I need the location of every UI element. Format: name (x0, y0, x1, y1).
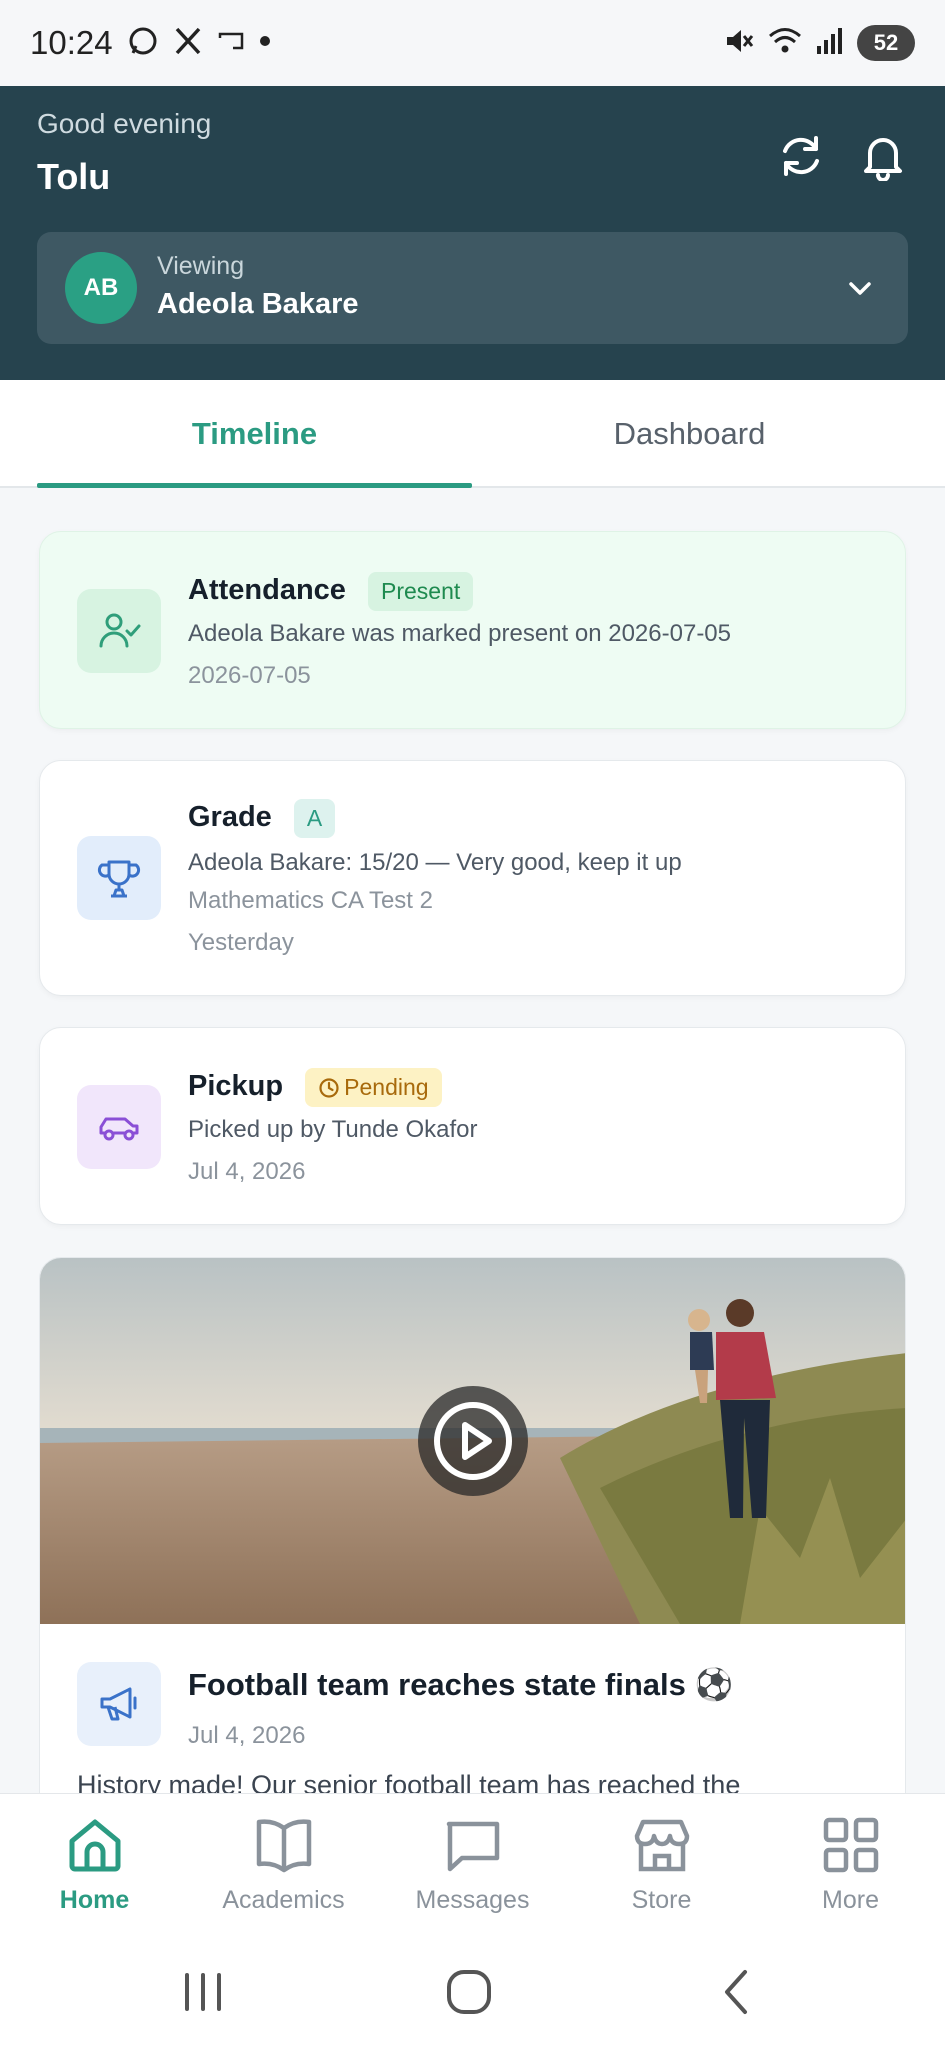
play-icon (434, 1402, 512, 1480)
avatar: AB (65, 252, 137, 324)
nav-academics[interactable]: Academics (189, 1794, 378, 1934)
bell-icon (864, 138, 902, 181)
nav-label: Home (59, 1886, 130, 1914)
trophy-icon (97, 860, 141, 898)
user-name: Tolu (37, 156, 111, 197)
nav-messages[interactable]: Messages (378, 1794, 567, 1934)
chevron-down-icon (849, 282, 871, 295)
dot-icon (259, 34, 271, 52)
book-icon (256, 1819, 311, 1873)
timeline-card-pickup[interactable]: Pickup Pending Picked up by Tunde Okafor… (39, 1027, 906, 1225)
card-subject: Mathematics CA Test 2 (188, 887, 433, 914)
news-date: Jul 4, 2026 (188, 1722, 306, 1749)
child-name: Adeola Bakare (157, 288, 359, 320)
card-date: Yesterday (188, 929, 294, 956)
car-icon (99, 1117, 139, 1141)
tab-timeline[interactable]: Timeline (37, 380, 472, 488)
refresh-button[interactable] (773, 128, 829, 184)
home-icon (69, 1819, 120, 1872)
pickup-icon-box (77, 1085, 161, 1169)
attendance-icon-box (77, 589, 161, 673)
card-title-text: Pickup (188, 1070, 284, 1103)
announcement-icon-box (77, 1662, 161, 1746)
card-description: Adeola Bakare: 15/20 — Very good, keep i… (188, 849, 682, 876)
card-description: Adeola Bakare was marked present on 2026… (188, 620, 731, 647)
greeting-text: Good evening (37, 108, 212, 139)
child-selector[interactable]: AB Viewing Adeola Bakare (37, 232, 908, 344)
status-time: 10:24 (30, 24, 113, 61)
app-header: Good evening Tolu AB Viewing Adeola Baka… (0, 86, 945, 380)
home-system-button[interactable] (444, 1967, 494, 2022)
system-navigation-bar (0, 1933, 945, 2048)
mute-icon (723, 25, 755, 62)
card-date: Jul 4, 2026 (188, 1158, 306, 1185)
status-badge: Pending (305, 1068, 442, 1107)
play-button[interactable] (418, 1386, 528, 1496)
nav-label: Store (631, 1886, 692, 1914)
battery-indicator: 52 (857, 25, 915, 61)
recent-apps-button[interactable] (178, 1967, 228, 2022)
nav-label: More (822, 1886, 879, 1914)
active-tab-indicator (37, 483, 472, 488)
card-title: Attendance Present (188, 572, 474, 611)
status-badge: Present (367, 572, 474, 611)
wifi-icon (767, 25, 803, 62)
grade-badge: A (293, 799, 336, 838)
recent-apps-icon (185, 1973, 221, 2011)
cast-icon (217, 30, 245, 57)
card-title-text: Grade (188, 801, 272, 834)
refresh-icon (783, 136, 819, 176)
news-photo[interactable] (40, 1258, 905, 1624)
tab-bar: Timeline Dashboard (0, 380, 945, 488)
grade-icon-box (77, 836, 161, 920)
nav-more[interactable]: More (756, 1794, 945, 1934)
home-circle-icon (447, 1970, 491, 2014)
whatsapp-icon (127, 25, 159, 62)
grid-icon (823, 1817, 878, 1873)
timeline-card-grade[interactable]: Grade A Adeola Bakare: 15/20 — Very good… (39, 760, 906, 996)
signal-icon (815, 26, 845, 61)
back-icon (725, 1970, 747, 2014)
nav-label: Messages (415, 1886, 530, 1914)
card-title-text: Attendance (188, 574, 346, 607)
timeline-card-attendance[interactable]: Attendance Present Adeola Bakare was mar… (39, 531, 906, 729)
nav-store[interactable]: Store (567, 1794, 756, 1934)
back-button[interactable] (713, 1967, 763, 2022)
card-title: Pickup Pending (188, 1068, 442, 1107)
clock-icon (319, 1078, 339, 1098)
status-bar: 10:24 52 (0, 0, 945, 86)
x-icon (173, 26, 203, 61)
tab-dashboard[interactable]: Dashboard (472, 380, 907, 488)
megaphone-icon (100, 1687, 137, 1721)
user-check-icon (99, 613, 141, 648)
card-description: Picked up by Tunde Okafor (188, 1116, 478, 1143)
bottom-navigation: Home Academics Messages Store More (0, 1793, 945, 1933)
status-badge-text: Pending (344, 1074, 429, 1100)
viewing-label: Viewing (157, 252, 245, 280)
notifications-button[interactable] (855, 128, 911, 184)
nav-home[interactable]: Home (0, 1794, 189, 1934)
nav-label: Academics (222, 1886, 345, 1914)
news-title: Football team reaches state finals ⚽ (188, 1667, 734, 1702)
card-date: 2026-07-05 (188, 662, 311, 689)
news-card[interactable]: Football team reaches state finals ⚽ Jul… (39, 1257, 906, 1817)
card-title: Grade A (188, 799, 336, 838)
message-icon (446, 1821, 499, 1872)
store-icon (634, 1819, 689, 1872)
